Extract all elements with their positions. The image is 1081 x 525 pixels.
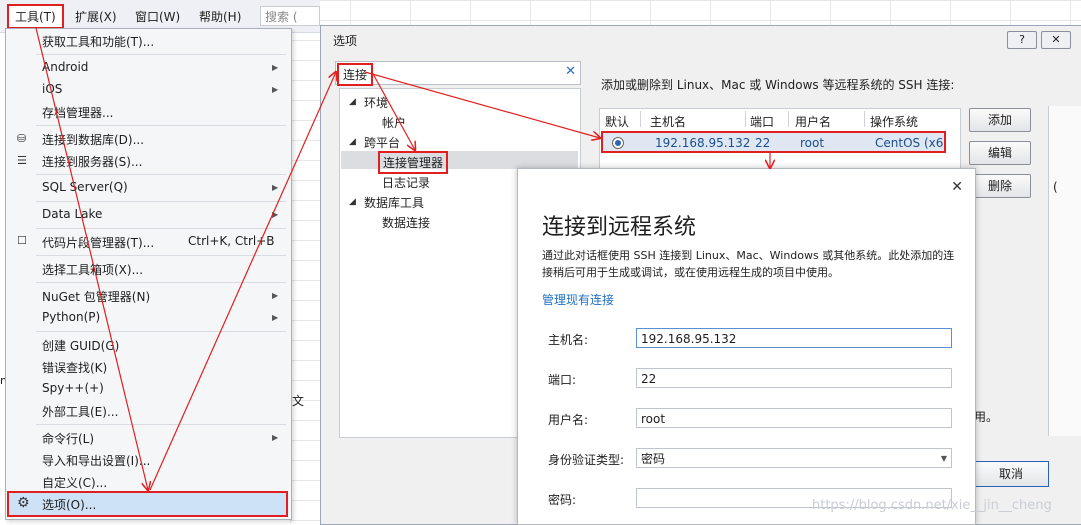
arrow-tools-to-options [35, 27, 148, 490]
watermark: https://blog.csdn.net/xie__jin__cheng [812, 498, 1052, 513]
arrow-options-to-search [149, 72, 336, 491]
arrow-search-to-table [364, 71, 600, 138]
annotation-arrows [35, 27, 1081, 523]
